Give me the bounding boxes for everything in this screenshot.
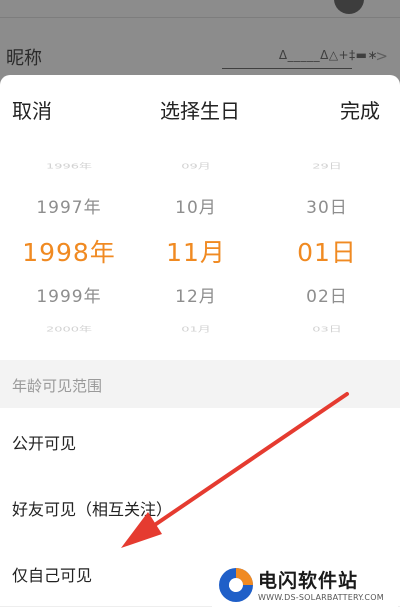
nickname-value: Δ_____Δ△+‡▬∗ xyxy=(278,48,378,62)
month-option[interactable]: 12月 xyxy=(138,282,254,307)
sheet-header: 取消 选择生日 完成 xyxy=(0,75,400,141)
option-label: 好友可见（相互关注） xyxy=(12,500,173,519)
chevron-right-icon: > xyxy=(375,47,388,65)
year-option[interactable]: 1996年 xyxy=(0,160,138,170)
nickname-value-underline xyxy=(222,68,352,69)
done-button[interactable]: 完成 xyxy=(340,95,380,124)
nickname-label: 昵称 xyxy=(6,48,42,69)
visibility-option-public[interactable]: 公开可见 xyxy=(0,408,400,475)
age-visibility-section-header: 年龄可见范围 xyxy=(0,360,400,408)
month-option-selected[interactable]: 11月 xyxy=(138,233,254,269)
watermark: 电闪软件站 WWW.DS-SOLARBATTERY.COM xyxy=(212,559,398,611)
avatar xyxy=(334,0,364,14)
day-option[interactable]: 02日 xyxy=(254,282,400,307)
month-option[interactable]: 10月 xyxy=(138,193,254,218)
month-wheel[interactable]: 09月 10月 11月 12月 01月 xyxy=(138,152,254,340)
month-option[interactable]: 09月 xyxy=(138,160,254,170)
month-option[interactable]: 01月 xyxy=(138,323,254,333)
year-option[interactable]: 1997年 xyxy=(0,193,138,218)
visibility-option-friends[interactable]: 好友可见（相互关注） xyxy=(0,474,400,541)
divider xyxy=(0,17,400,18)
year-wheel[interactable]: 1996年 1997年 1998年 1999年 2000年 xyxy=(0,152,138,340)
watermark-name: 电闪软件站 xyxy=(258,570,359,592)
day-option-selected[interactable]: 01日 xyxy=(254,233,400,269)
year-option[interactable]: 2000年 xyxy=(0,323,138,333)
day-wheel[interactable]: 29日 30日 01日 02日 03日 xyxy=(254,152,400,340)
day-option[interactable]: 29日 xyxy=(254,160,400,170)
option-label: 仅自己可见 xyxy=(12,566,93,585)
date-picker: 1996年 1997年 1998年 1999年 2000年 09月 10月 11… xyxy=(0,152,400,340)
year-option[interactable]: 1999年 xyxy=(0,282,138,307)
birthday-picker-sheet: 取消 选择生日 完成 1996年 1997年 1998年 1999年 2000年… xyxy=(0,75,400,612)
day-option[interactable]: 30日 xyxy=(254,193,400,218)
watermark-url: WWW.DS-SOLARBATTERY.COM xyxy=(258,593,384,602)
section-title: 年龄可见范围 xyxy=(12,377,103,395)
watermark-logo-icon xyxy=(219,568,253,602)
day-option[interactable]: 03日 xyxy=(254,323,400,333)
option-label: 公开可见 xyxy=(12,434,77,453)
year-option-selected[interactable]: 1998年 xyxy=(0,233,138,269)
